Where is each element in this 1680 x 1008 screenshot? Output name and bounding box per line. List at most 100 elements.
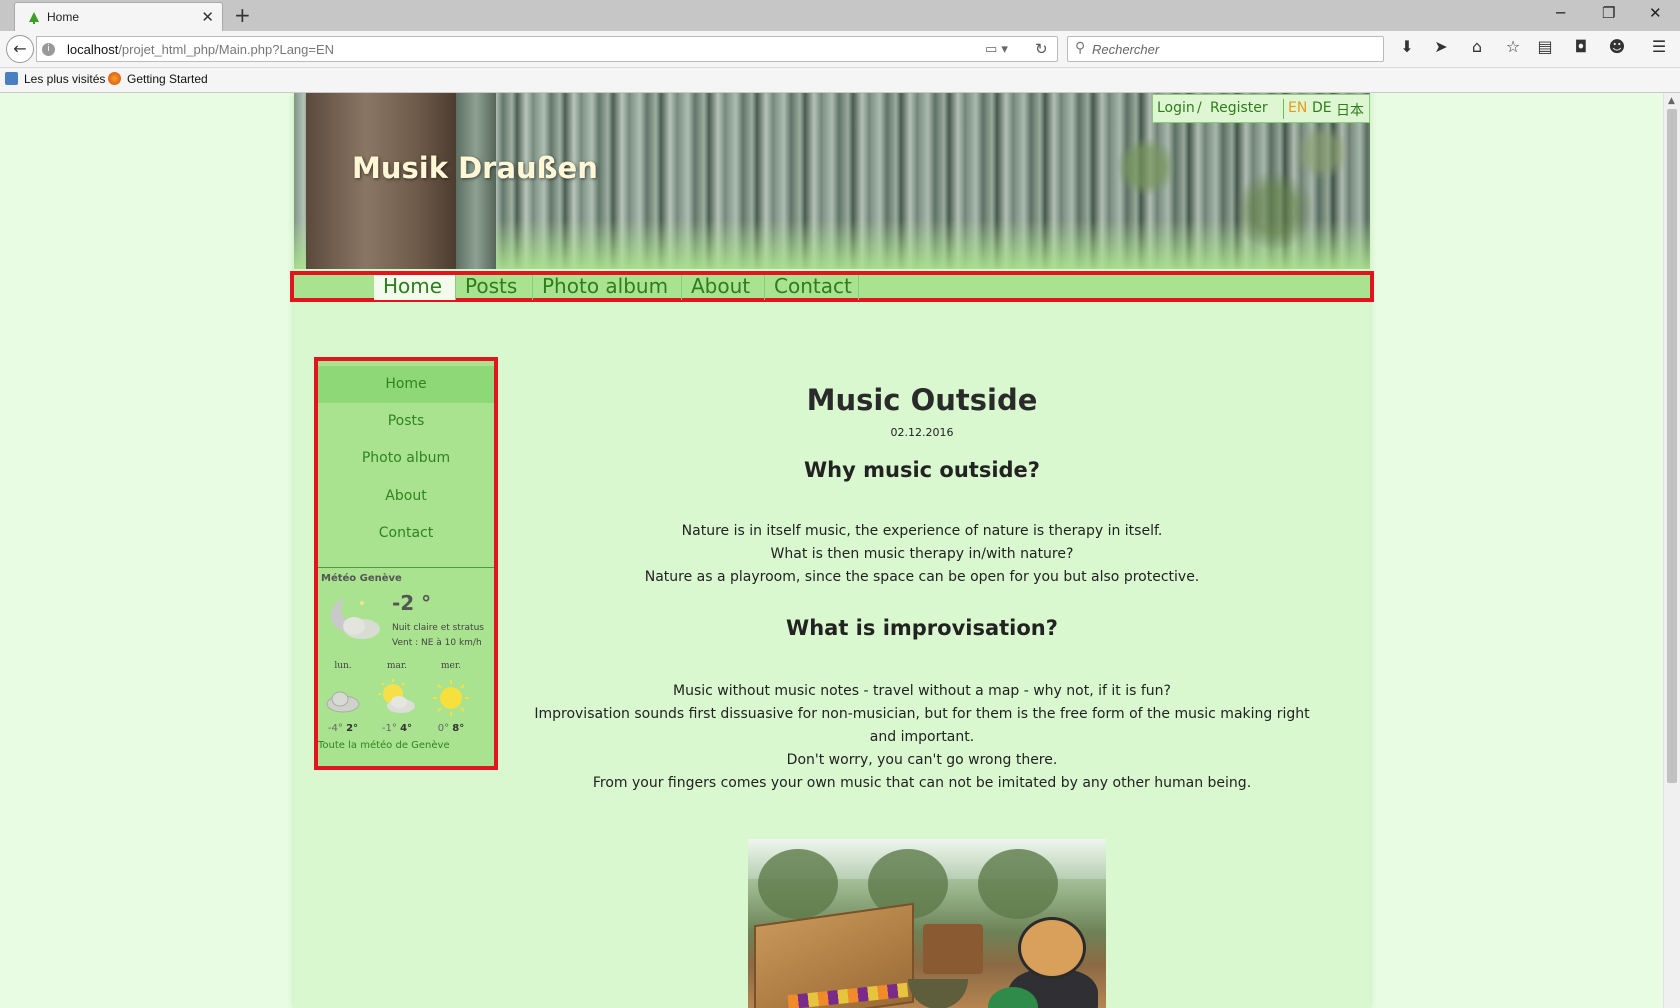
leaf-favicon-icon — [29, 12, 39, 24]
register-link[interactable]: Register — [1210, 100, 1268, 116]
restore-icon[interactable]: ❐ — [1602, 4, 1615, 22]
paragraph-line: Music without music notes - travel witho… — [673, 683, 1171, 699]
sidenav-home[interactable]: Home — [318, 366, 494, 403]
sidenav-contact[interactable]: Contact — [318, 515, 494, 552]
instruments-photo — [748, 839, 1106, 1008]
most-visited-icon — [5, 72, 18, 85]
photo-kalimba — [923, 924, 983, 974]
browser-tab[interactable]: Home ✕ — [14, 2, 223, 31]
forecast-max-1: 2° — [346, 723, 359, 734]
sidenav-posts[interactable]: Posts — [318, 403, 494, 440]
weather-title: Météo Genève — [321, 573, 402, 584]
forecast-day-2: mar. — [386, 661, 408, 671]
post-heading-why: Why music outside? — [804, 458, 1040, 482]
banner-leaves — [1050, 123, 1370, 269]
menu-icon[interactable]: ☰ — [1648, 37, 1670, 56]
search-input[interactable] — [1092, 40, 1377, 58]
weather-condition-text: Nuit claire et stratus — [392, 623, 484, 633]
browser-toolbar: ← i localhost/projet_html_php/Main.php?L… — [0, 31, 1680, 68]
lang-ja-link[interactable]: 日本 — [1336, 100, 1364, 120]
forecast-range-2: -1° 4° — [372, 723, 422, 734]
weather-widget: Météo Genève -2 ° Nuit claire et stratus… — [318, 568, 494, 766]
reading-list-icon[interactable]: ▤ — [1534, 37, 1556, 56]
tab-title: Home — [47, 10, 80, 24]
sun-cloud-icon — [378, 679, 415, 713]
photo-bowl — [908, 979, 968, 1008]
bookmark-star-icon[interactable]: ☆ — [1502, 37, 1524, 56]
paragraph-line: Improvisation sounds first dissuasive fo… — [534, 706, 1310, 722]
home-icon[interactable]: ⌂ — [1466, 37, 1488, 56]
close-window-icon[interactable]: ✕ — [1649, 4, 1662, 22]
search-bar[interactable]: ⚲ — [1067, 36, 1384, 62]
cloud-icon — [326, 691, 360, 713]
page-viewport: Musik Draußen Login / Register EN DE 日本 … — [0, 93, 1680, 1008]
paragraph-line: Nature is in itself music, the experienc… — [681, 523, 1163, 539]
side-navigation: Home Posts Photo album About Contact Mét… — [314, 357, 498, 770]
bookmark-most-visited[interactable]: Les plus visités — [5, 72, 105, 86]
paragraph-line: From your fingers comes your own music t… — [592, 775, 1252, 791]
topnav-contact[interactable]: Contact — [765, 275, 859, 300]
photo-tree — [758, 849, 838, 919]
reload-icon[interactable]: ↻ — [1035, 40, 1048, 58]
forecast-max-3: 8° — [452, 723, 465, 734]
page-scrollbar[interactable]: ▲ — [1663, 93, 1680, 1008]
login-link[interactable]: Login — [1157, 100, 1195, 116]
send-icon[interactable]: ➤ — [1430, 37, 1452, 56]
download-icon[interactable]: ⬇ — [1396, 37, 1418, 56]
minimize-icon[interactable]: ─ — [1556, 4, 1565, 22]
sidenav-about[interactable]: About — [318, 478, 494, 515]
auth-language-bar: Login / Register EN DE 日本 — [1152, 94, 1370, 123]
new-tab-icon[interactable]: + — [234, 3, 251, 27]
pocket-icon[interactable]: ◘ — [1570, 37, 1592, 56]
auth-separator: / — [1197, 100, 1202, 116]
paragraph-line: Don't worry, you can't go wrong there. — [786, 752, 1058, 768]
sun-icon — [433, 680, 469, 716]
header-banner: Musik Draußen Login / Register EN DE 日本 — [294, 93, 1370, 269]
scroll-up-icon[interactable]: ▲ — [1668, 96, 1675, 106]
address-bar[interactable]: i localhost/projet_html_php/Main.php?Lan… — [36, 36, 1058, 62]
top-navigation: Home Posts Photo album About Contact — [290, 271, 1374, 302]
post-title: Music Outside — [806, 383, 1038, 417]
reader-view-icon[interactable]: ▭ ▾ — [985, 42, 1008, 57]
url-text[interactable]: localhost/projet_html_php/Main.php?Lang=… — [67, 42, 334, 57]
back-arrow-icon[interactable]: ← — [6, 35, 34, 63]
scrollbar-thumb[interactable] — [1667, 109, 1677, 783]
weather-condition: Nuit claire et stratus Vent : NE à 10 km… — [392, 621, 484, 651]
paragraph-line: and important. — [869, 729, 975, 745]
forecast-day-3: mer. — [440, 661, 462, 671]
forecast-range-1: -4° 2° — [318, 723, 368, 734]
post-paragraph-1: Nature is in itself music, the experienc… — [508, 520, 1336, 589]
post-date: 02.12.2016 — [890, 426, 954, 439]
topnav-about[interactable]: About — [682, 275, 765, 300]
forecast-min-3: 0° — [437, 723, 450, 734]
close-tab-icon[interactable]: ✕ — [201, 8, 214, 26]
site-title: Musik Draußen — [352, 151, 598, 185]
forecast-min-1: -4° — [327, 723, 343, 734]
topnav-home[interactable]: Home — [374, 275, 456, 300]
weather-full-link[interactable]: Toute la météo de Genève — [318, 740, 450, 751]
chat-icon[interactable]: ☻ — [1606, 37, 1628, 56]
lang-divider — [1283, 99, 1284, 119]
lang-de-link[interactable]: DE — [1312, 100, 1332, 116]
paragraph-line: Nature as a playroom, since the space ca… — [644, 569, 1200, 585]
bookmark-getting-started[interactable]: Getting Started — [108, 72, 208, 86]
forecast-day-1: lun. — [334, 661, 352, 671]
lang-en-link[interactable]: EN — [1288, 100, 1307, 116]
forecast-max-2: 4° — [400, 723, 413, 734]
forecast-min-2: -1° — [381, 723, 397, 734]
forecast-range-3: 0° 8° — [426, 723, 476, 734]
topnav-posts[interactable]: Posts — [456, 275, 533, 300]
photo-tree — [978, 849, 1058, 919]
firefox-icon — [108, 72, 121, 85]
bookmarks-bar: Les plus visités Getting Started — [0, 68, 1680, 93]
photo-toy-head — [1018, 917, 1086, 979]
post-heading-improvisation: What is improvisation? — [786, 616, 1058, 640]
post-paragraph-2: Music without music notes - travel witho… — [508, 680, 1336, 795]
weather-wind-text: Vent : NE à 10 km/h — [392, 638, 482, 648]
weather-current-temp: -2 ° — [392, 591, 432, 615]
sidenav-photo-album[interactable]: Photo album — [318, 440, 494, 477]
moon-cloud-icon — [331, 593, 380, 639]
topnav-photo-album[interactable]: Photo album — [533, 275, 682, 300]
site-info-icon[interactable]: i — [42, 43, 55, 56]
browser-tab-bar: Home ✕ + ─ ❐ ✕ — [0, 0, 1680, 31]
